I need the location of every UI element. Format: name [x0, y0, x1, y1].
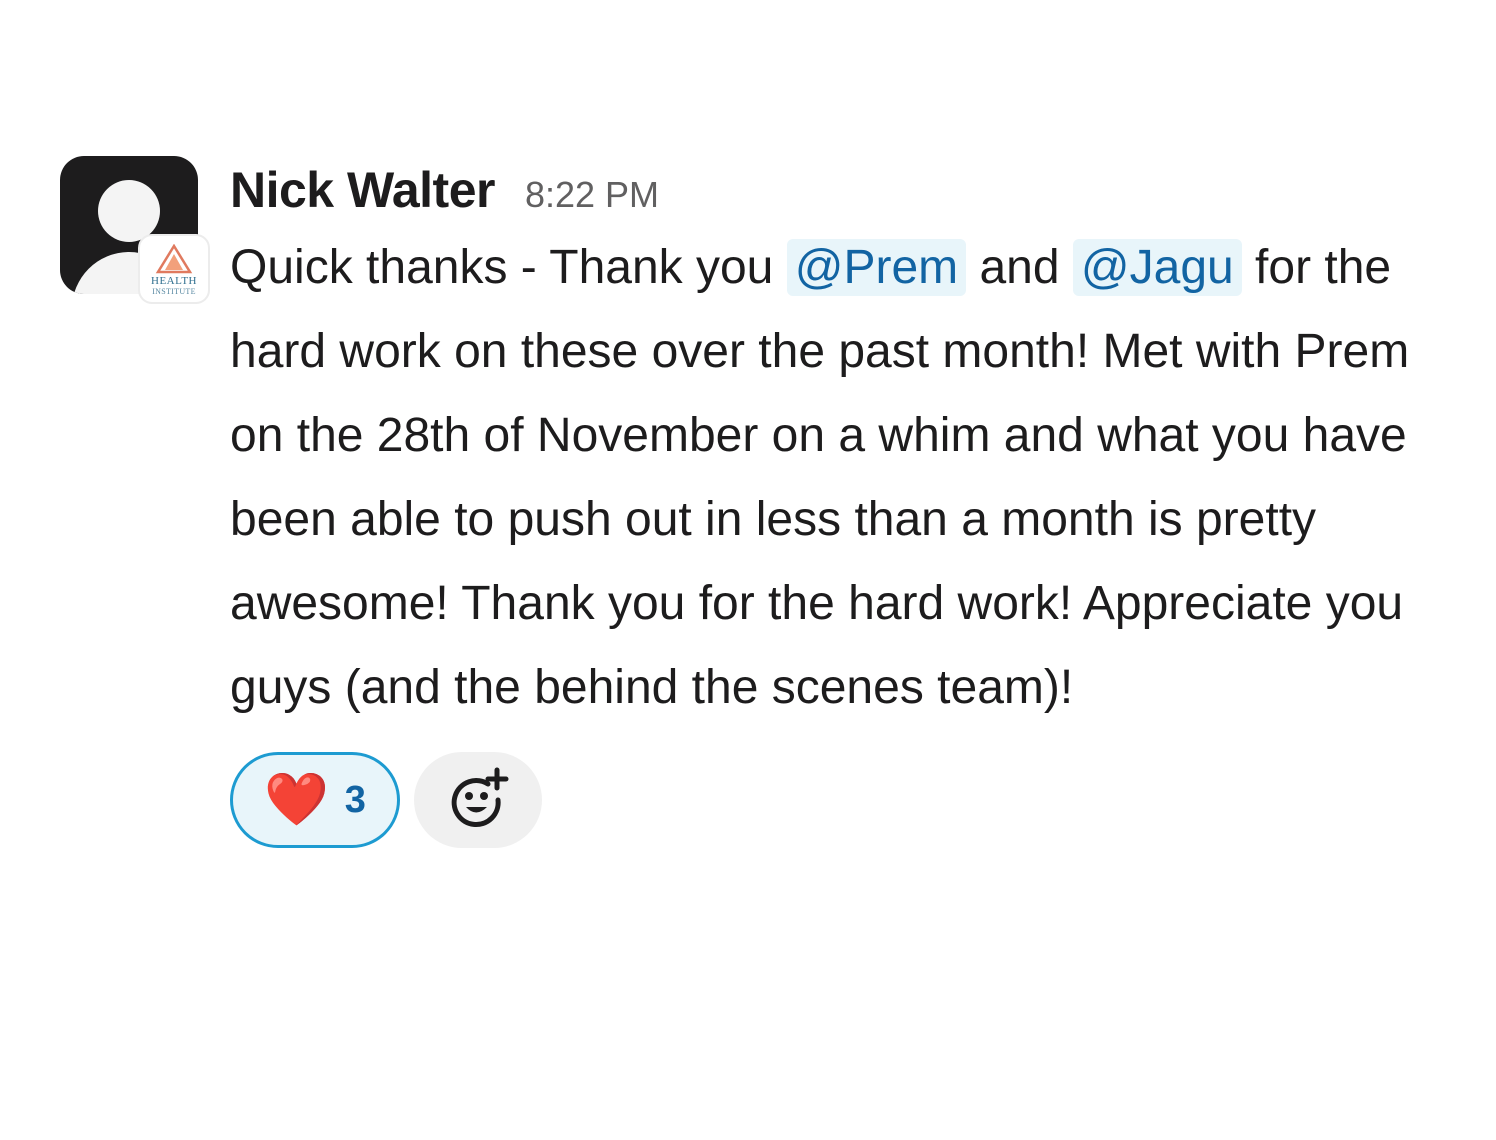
org-name-line2: INSTITUTE [152, 287, 196, 296]
message-header: Nick Walter 8:22 PM [230, 156, 1440, 224]
add-reaction-button[interactable] [414, 752, 542, 848]
avatar-head [98, 180, 160, 242]
org-badge[interactable]: HEALTH INSTITUTE [138, 234, 210, 304]
reaction-count: 3 [344, 778, 366, 821]
author-name[interactable]: Nick Walter [230, 156, 495, 224]
org-name-line1: HEALTH [151, 275, 197, 287]
add-reaction-icon [451, 767, 509, 827]
message-text-part: and [966, 241, 1073, 294]
heart-emoji-icon: ❤️ [264, 771, 329, 829]
message-text-part: Quick thanks - Thank you [230, 241, 787, 294]
reactions-bar: ❤️ 3 [230, 752, 1440, 848]
reaction-heart[interactable]: ❤️ 3 [230, 752, 400, 848]
message-text: Quick thanks - Thank you @Prem and @Jagu… [230, 226, 1440, 730]
org-logo-icon [155, 244, 193, 274]
message-content: Nick Walter 8:22 PM Quick thanks - Thank… [230, 156, 1440, 848]
mention-jagu[interactable]: @Jagu [1072, 239, 1242, 296]
message-text-part: for the hard work on these over the past… [230, 241, 1410, 714]
mention-prem[interactable]: @Prem [786, 239, 967, 296]
timestamp[interactable]: 8:22 PM [525, 161, 659, 229]
